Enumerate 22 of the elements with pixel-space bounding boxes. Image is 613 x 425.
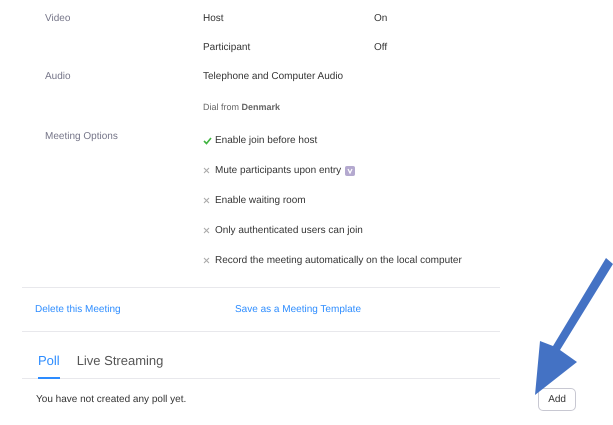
- empty-message: You have not created any poll yet.: [36, 394, 186, 405]
- add-button[interactable]: Add: [538, 388, 576, 411]
- option-text: Mute participants upon entry: [215, 165, 342, 176]
- setting-value: Telephone and Computer Audio: [203, 71, 344, 82]
- tab[interactable]: Live Streaming: [76, 353, 164, 379]
- tab[interactable]: Poll: [38, 353, 60, 379]
- setting-label: Audio: [44, 71, 72, 82]
- option-text: Enable waiting room: [215, 195, 306, 206]
- setting-label: Meeting Options: [44, 131, 119, 144]
- setting-state: On: [374, 13, 388, 24]
- action-link[interactable]: Save as a Meeting Template: [235, 304, 435, 315]
- setting-state: Off: [374, 42, 388, 53]
- arrow-annotation-icon: [535, 258, 613, 395]
- info-badge-icon: [345, 166, 356, 176]
- option-text: Only authenticated users can join: [215, 225, 363, 236]
- setting-value: Host: [203, 13, 225, 24]
- setting-value: Dial from Denmark: [203, 101, 282, 112]
- option-text: Enable join before host: [215, 135, 318, 146]
- option-text: Record the meeting automatically on the local computer: [215, 255, 462, 266]
- action-link[interactable]: Delete this Meeting: [22, 304, 235, 315]
- setting-value: Participant: [203, 42, 252, 53]
- setting-label: Video: [44, 13, 72, 24]
